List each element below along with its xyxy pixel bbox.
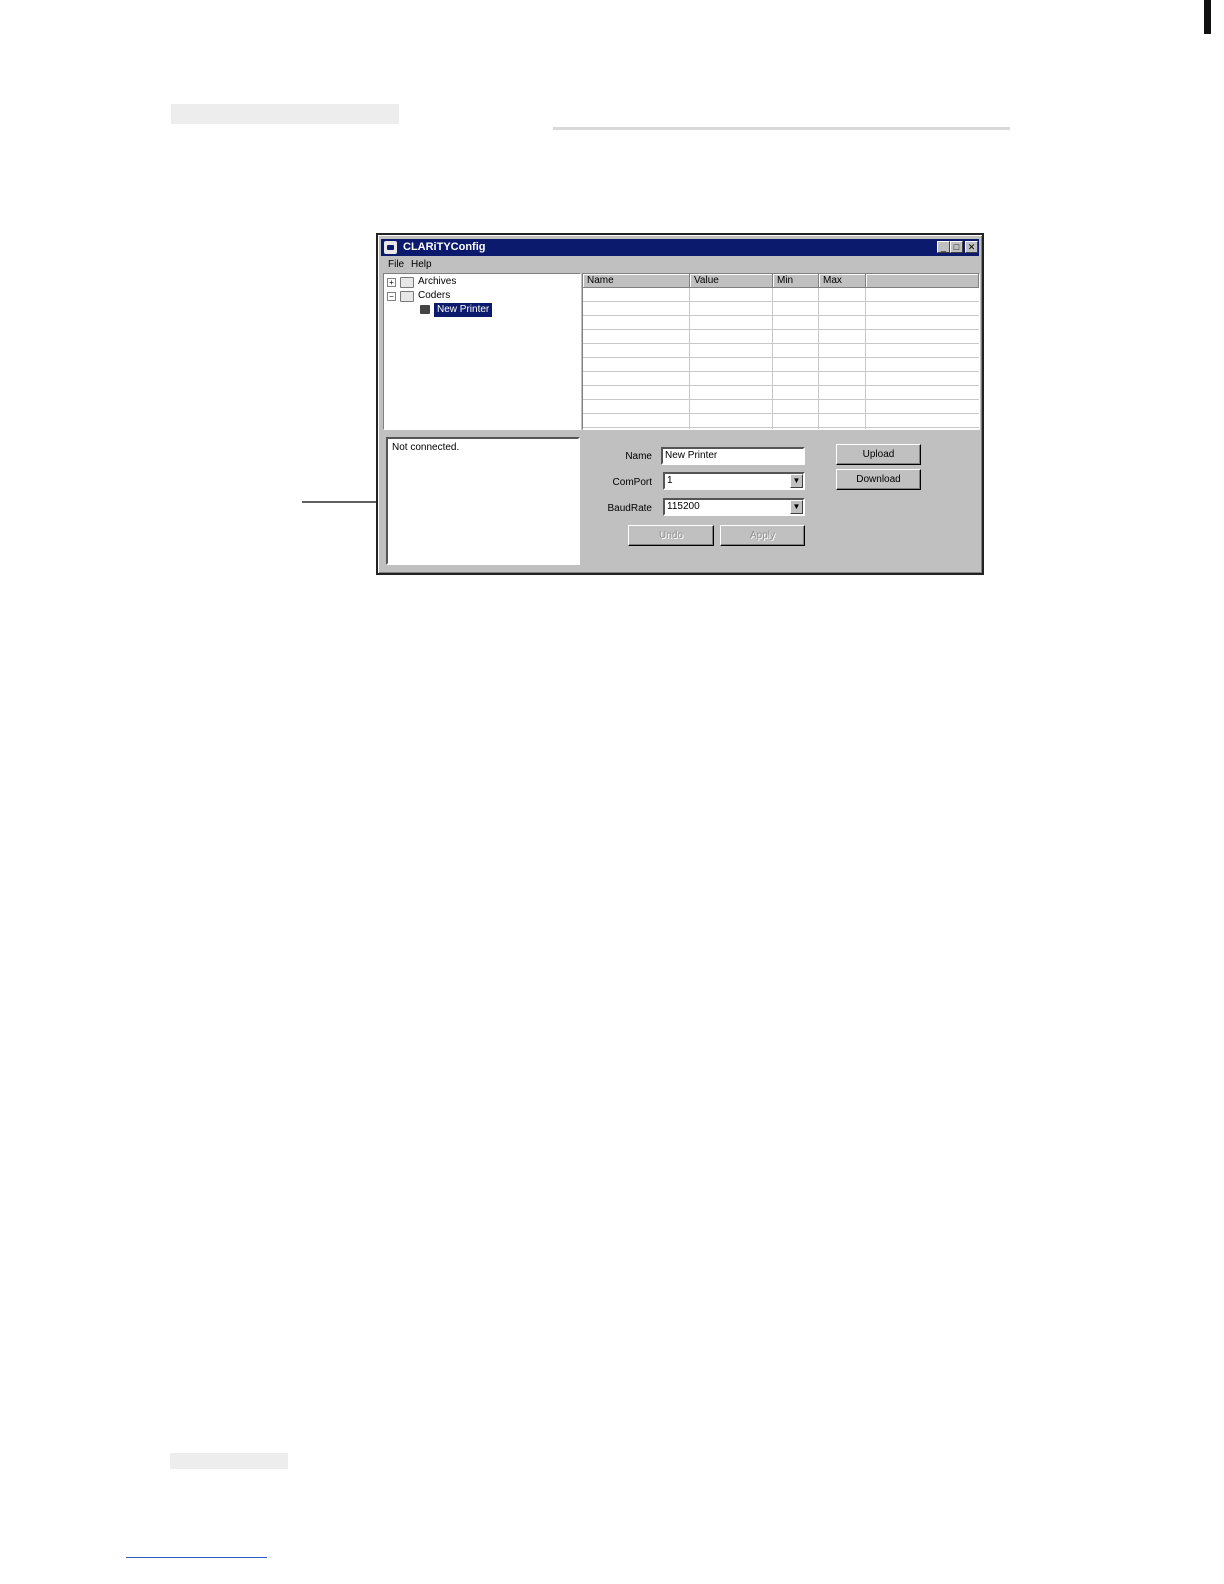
comport-dropdown-icon[interactable]: ▼	[790, 474, 803, 488]
comport-label: ComPort	[612, 477, 652, 488]
baudrate-select[interactable]: 115200 ▼	[663, 498, 805, 516]
column-header-blank	[866, 274, 979, 288]
column-header-max[interactable]: Max	[819, 274, 866, 288]
clarity-config-window: CLARiTYConfig _ □ ✕ File Help + Archives…	[376, 233, 984, 575]
grid-row[interactable]	[583, 330, 979, 344]
status-panel[interactable]: Not connected.	[386, 437, 580, 565]
baudrate-dropdown-icon[interactable]: ▼	[790, 500, 803, 514]
baudrate-value: 115200	[667, 501, 700, 512]
comport-select[interactable]: 1 ▼	[663, 472, 805, 490]
header-rule	[553, 127, 1010, 130]
column-header-name[interactable]: Name	[583, 274, 690, 288]
grid-divider	[818, 288, 819, 429]
app-icon	[384, 241, 397, 254]
name-input[interactable]: New Printer	[661, 447, 805, 465]
tree-item-coders[interactable]: − Coders	[384, 289, 580, 303]
parameter-grid[interactable]: Name Value Min Max	[582, 273, 980, 430]
grid-row[interactable]	[583, 316, 979, 330]
menu-file[interactable]: File	[388, 259, 404, 270]
grid-divider	[865, 288, 866, 429]
menu-help[interactable]: Help	[411, 259, 432, 270]
baudrate-label: BaudRate	[607, 503, 652, 514]
grid-divider	[772, 288, 773, 429]
folder-icon	[400, 277, 414, 288]
tree-item-label: Coders	[418, 290, 451, 301]
grid-row[interactable]	[583, 414, 979, 428]
tree-item-archives[interactable]: + Archives	[384, 275, 580, 289]
status-text: Not connected.	[392, 442, 460, 453]
maximize-button[interactable]: □	[950, 241, 963, 253]
download-button[interactable]: Download	[836, 469, 921, 490]
upload-button[interactable]: Upload	[836, 444, 921, 465]
expand-icon[interactable]: +	[387, 278, 396, 287]
footer-block	[170, 1453, 288, 1469]
close-button[interactable]: ✕	[965, 241, 978, 253]
window-title: CLARiTYConfig	[403, 241, 486, 253]
grid-row[interactable]	[583, 372, 979, 386]
grid-row[interactable]	[583, 400, 979, 414]
tree-view[interactable]: + Archives − Coders New Printer	[383, 273, 581, 430]
grid-divider	[689, 288, 690, 429]
title-bar[interactable]: CLARiTYConfig _ □ ✕	[381, 239, 979, 256]
minimize-button[interactable]: _	[937, 241, 950, 253]
footer-link-underline	[126, 1557, 267, 1558]
column-header-min[interactable]: Min	[773, 274, 819, 288]
header-block	[171, 104, 399, 124]
grid-header: Name Value Min Max	[583, 274, 979, 288]
collapse-icon[interactable]: −	[387, 292, 396, 301]
comport-value: 1	[667, 475, 673, 486]
column-header-value[interactable]: Value	[690, 274, 773, 288]
grid-row[interactable]	[583, 344, 979, 358]
grid-row[interactable]	[583, 302, 979, 316]
menu-bar: File Help	[381, 257, 979, 272]
grid-row[interactable]	[583, 386, 979, 400]
folder-icon	[400, 291, 414, 302]
tree-item-new-printer[interactable]: New Printer	[384, 303, 580, 317]
undo-button[interactable]: Undo	[628, 525, 714, 546]
name-label: Name	[625, 451, 652, 462]
grid-row[interactable]	[583, 288, 979, 302]
tree-item-label: Archives	[418, 276, 457, 287]
printer-icon	[420, 305, 430, 314]
page-edge-bar	[1204, 0, 1211, 34]
tree-item-label: New Printer	[434, 303, 493, 317]
apply-button[interactable]: Apply	[720, 525, 805, 546]
grid-row[interactable]	[583, 358, 979, 372]
